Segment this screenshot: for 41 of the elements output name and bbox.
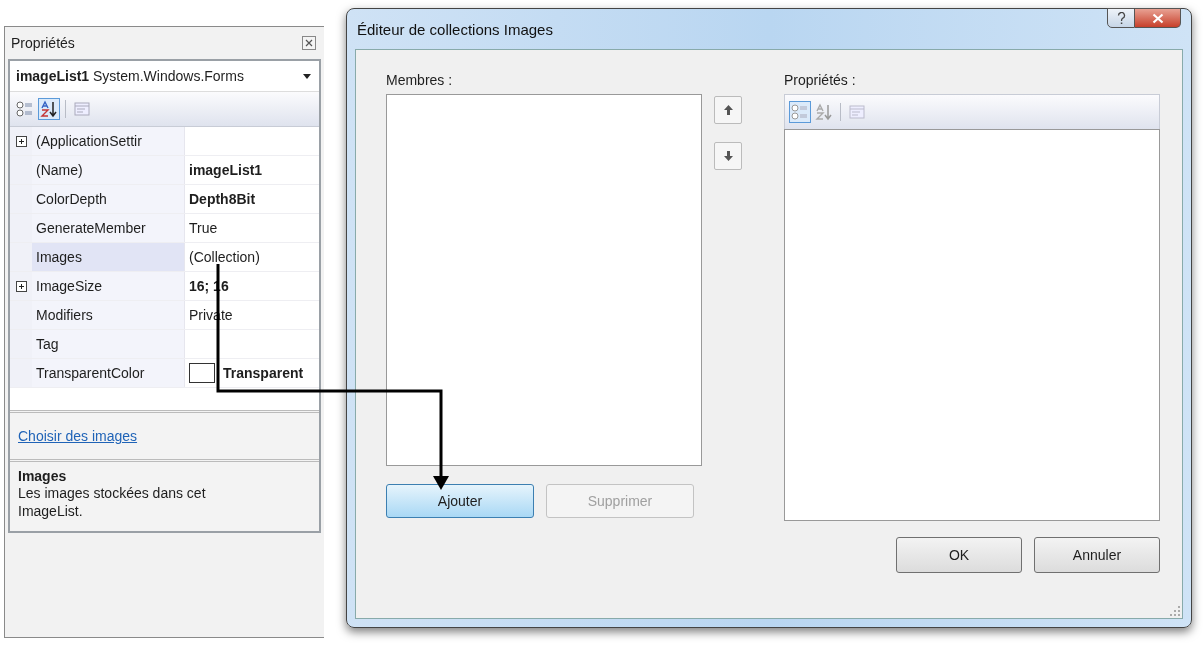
help-button[interactable] — [1107, 8, 1135, 28]
property-name[interactable]: ColorDepth — [32, 185, 185, 213]
description-text: Les images stockées dans cet ImageList. — [18, 484, 207, 520]
close-icon — [1151, 12, 1164, 24]
property-name[interactable]: TransparentColor — [32, 359, 185, 387]
properties-label: Propriétés : — [784, 72, 857, 90]
close-button[interactable] — [1135, 8, 1181, 28]
property-name[interactable]: (Name) — [32, 156, 185, 184]
expand-icon[interactable] — [15, 280, 27, 292]
property-value[interactable]: Transparent — [223, 365, 304, 381]
categorized-icon[interactable] — [789, 101, 811, 123]
object-selector[interactable]: imageList1 System.Windows.Forms — [10, 61, 319, 92]
dropdown-arrow-icon — [303, 74, 311, 79]
property-name[interactable]: Modifiers — [32, 301, 185, 329]
help-icon — [1116, 11, 1126, 25]
property-name[interactable]: (ApplicationSettir — [32, 127, 185, 155]
up-arrow-icon — [723, 105, 733, 115]
property-name[interactable]: ImageSize — [32, 272, 185, 300]
close-icon[interactable] — [302, 36, 316, 50]
description-title: Images — [18, 468, 68, 484]
color-swatch — [189, 363, 215, 383]
property-value[interactable]: True — [189, 220, 218, 236]
down-arrow-icon — [723, 151, 733, 161]
move-down-button[interactable] — [714, 142, 742, 170]
cancel-button[interactable]: Annuler — [1034, 537, 1160, 573]
expand-icon[interactable] — [15, 135, 27, 147]
alphabetical-sort-icon[interactable] — [38, 98, 60, 120]
property-name[interactable]: Images — [32, 243, 185, 271]
members-label: Membres : — [386, 72, 454, 90]
panel-title: Propriétés — [11, 35, 75, 51]
property-name[interactable]: GenerateMember — [32, 214, 185, 242]
property-value[interactable]: Depth8Bit — [189, 191, 256, 207]
property-value[interactable]: (Collection) — [189, 249, 260, 265]
property-name[interactable]: Tag — [32, 330, 185, 358]
property-value[interactable]: imageList1 — [189, 162, 263, 178]
move-up-button[interactable] — [714, 96, 742, 124]
window-title: Éditeur de collections Images — [356, 20, 553, 38]
choose-images-link[interactable]: Choisir des images — [18, 428, 138, 444]
resize-grip-icon[interactable] — [1170, 606, 1180, 616]
add-button[interactable]: Ajouter — [386, 484, 534, 518]
ok-button[interactable]: OK — [896, 537, 1022, 573]
